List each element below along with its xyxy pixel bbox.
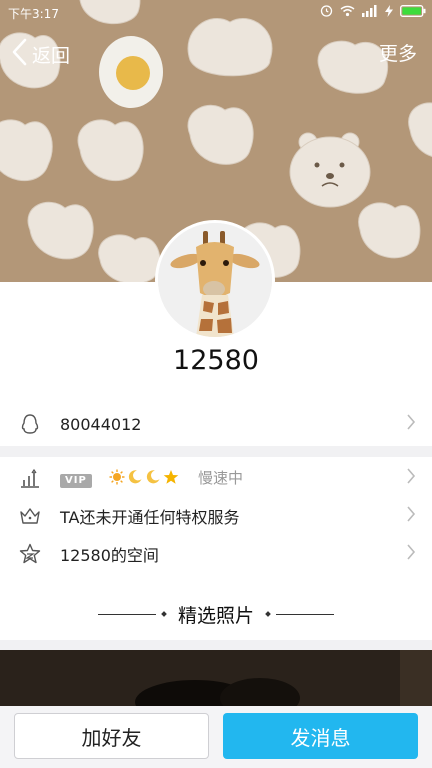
bottom-action-bar: 加好友 发消息	[0, 706, 432, 768]
moon-icon	[127, 469, 143, 489]
qq-number-row[interactable]: 80044012	[0, 405, 432, 443]
giraffe-avatar-image	[158, 223, 272, 337]
chevron-left-icon	[10, 37, 32, 72]
chevron-right-icon	[406, 544, 432, 564]
charging-icon	[385, 4, 393, 20]
qzone-star-icon	[19, 543, 41, 565]
crown-icon	[19, 505, 41, 527]
privilege-text: TA还未开通任何特权服务	[60, 508, 240, 527]
moon-icon	[145, 469, 161, 489]
send-message-button[interactable]: 发消息	[223, 713, 418, 759]
vip-level-icons	[109, 469, 179, 489]
decorative-diamond	[265, 611, 271, 617]
featured-photos-header: 精选照片	[0, 594, 432, 634]
back-button[interactable]: 返回	[10, 34, 70, 74]
vip-row[interactable]: VIP 慢速中	[0, 459, 432, 497]
battery-icon	[400, 4, 426, 20]
featured-photos-title: 精选照片	[177, 604, 254, 627]
signal-icon	[362, 4, 378, 20]
sun-icon	[109, 469, 125, 489]
vip-speed-status: 慢速中	[197, 469, 243, 488]
back-label: 返回	[32, 44, 71, 67]
navigation-bar: 返回 更多	[0, 34, 432, 74]
status-icons	[320, 4, 426, 20]
status-time: 下午3:17	[8, 7, 59, 21]
avatar[interactable]	[155, 220, 275, 340]
decorative-diamond	[161, 611, 167, 617]
status-bar: 下午3:17	[0, 0, 432, 26]
vip-badge: VIP	[60, 474, 92, 489]
qzone-row[interactable]: 12580的空间	[0, 535, 432, 573]
star-icon	[163, 469, 179, 489]
add-friend-button[interactable]: 加好友	[14, 713, 209, 759]
section-divider	[0, 446, 432, 457]
qzone-text: 12580的空间	[60, 546, 159, 565]
decorative-line	[276, 613, 334, 615]
wifi-icon	[340, 5, 355, 20]
featured-photo[interactable]	[0, 650, 432, 710]
penguin-icon	[19, 413, 41, 435]
chevron-right-icon	[406, 506, 432, 526]
profile-name: 12580	[173, 345, 259, 376]
alarm-icon	[320, 4, 333, 20]
chevron-right-icon	[406, 468, 432, 488]
level-chart-icon	[19, 467, 41, 489]
more-button[interactable]: 更多	[379, 34, 417, 74]
qq-number: 80044012	[60, 414, 142, 434]
chevron-right-icon	[406, 414, 432, 434]
privilege-row[interactable]: TA还未开通任何特权服务	[0, 497, 432, 535]
decorative-line	[97, 613, 156, 615]
